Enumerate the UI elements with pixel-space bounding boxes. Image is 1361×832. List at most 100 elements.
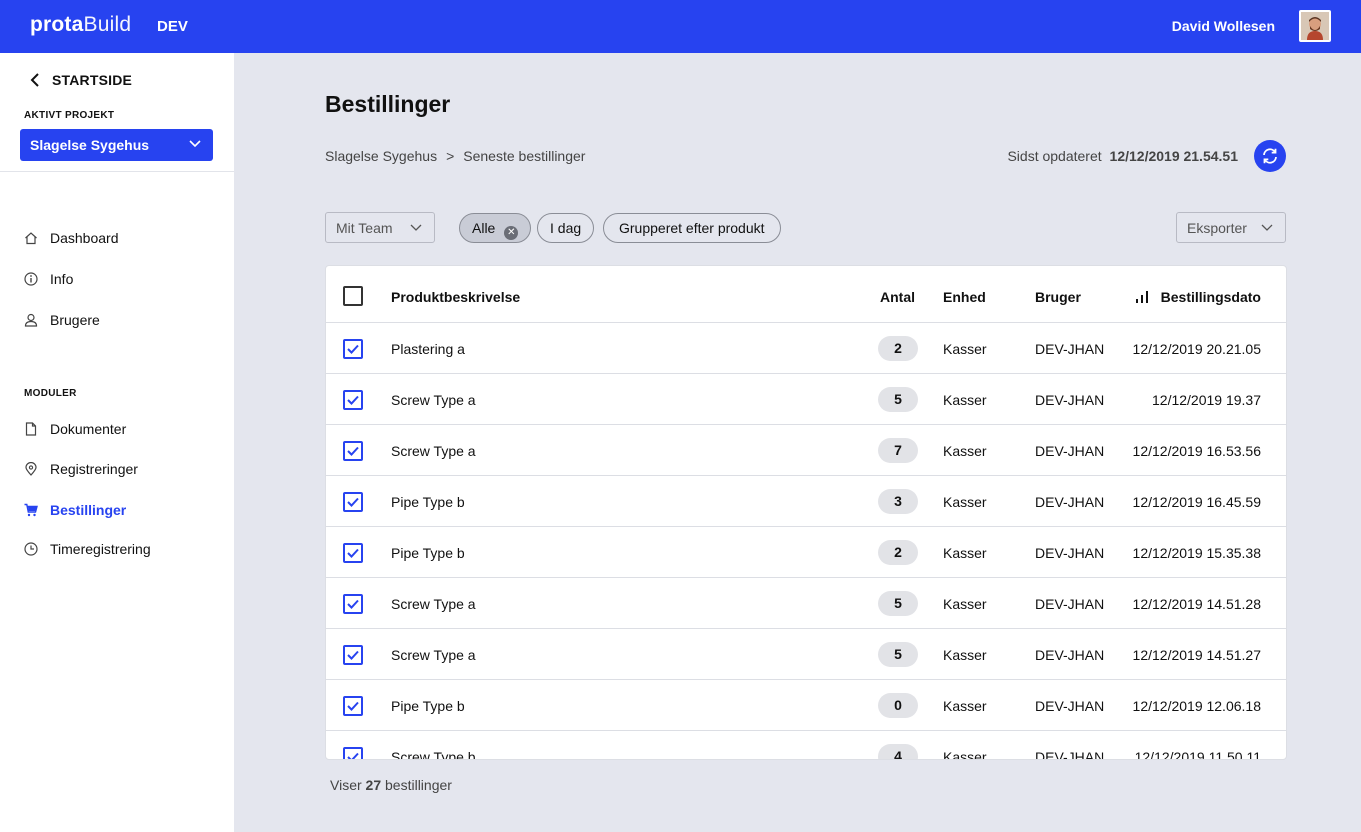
user-cell: DEV-JHAN [1035, 749, 1105, 760]
last-updated-value: 12/12/2019 21.54.51 [1109, 148, 1238, 164]
sidebar-item-orders[interactable]: Bestillinger [24, 502, 126, 518]
document-icon [24, 422, 38, 436]
sidebar-item-users[interactable]: Brugere [24, 312, 100, 328]
quantity-badge: 3 [878, 489, 918, 514]
user-name[interactable]: David Wollesen [1172, 18, 1275, 34]
top-bar: protaBuild DEV David Wollesen [0, 0, 1361, 53]
checkmark-icon [347, 548, 359, 558]
chip-all[interactable]: Alle ✕ [459, 213, 532, 243]
column-header-order-date-label: Bestillingsdato [1160, 289, 1261, 305]
checkmark-icon [347, 446, 359, 456]
table-row[interactable]: Screw Type a 5 Kasser DEV-JHAN 12/12/2019 14… [326, 578, 1286, 629]
user-icon [24, 313, 38, 327]
row-checkbox[interactable] [343, 594, 363, 614]
chip-today-label: I dag [550, 220, 582, 236]
team-filter-value: Mit Team [336, 220, 393, 236]
user-cell: DEV-JHAN [1035, 596, 1105, 612]
logo-text-light: Build [83, 13, 132, 36]
sidebar-item-label: Dokumenter [50, 421, 127, 437]
chip-today[interactable]: I dag [537, 213, 595, 243]
table-row[interactable]: Screw Type a 5 Kasser DEV-JHAN 12/12/2019 19… [326, 374, 1286, 425]
table-row[interactable]: Pipe Type b 0 Kasser DEV-JHAN 12/12/2019 12.… [326, 680, 1286, 731]
table-row[interactable]: Plastering a 2 Kasser DEV-JHAN 12/12/2019 20… [326, 323, 1286, 374]
table-row[interactable]: Screw Type a 7 Kasser DEV-JHAN 12/12/2019 16… [326, 425, 1286, 476]
quantity-badge: 7 [878, 438, 918, 463]
table-row[interactable]: Screw Type a 5 Kasser DEV-JHAN 12/12/2019 14… [326, 629, 1286, 680]
clock-icon [24, 542, 38, 556]
order-date-cell: 12/12/2019 16.45.59 [1132, 494, 1261, 510]
sidebar-item-registrations[interactable]: Registreringer [24, 461, 138, 477]
column-header-user[interactable]: Bruger [1035, 289, 1081, 305]
checkmark-icon [347, 701, 359, 711]
user-cell: DEV-JHAN [1035, 494, 1105, 510]
product-cell: Screw Type a [391, 443, 476, 459]
row-checkbox[interactable] [343, 441, 363, 461]
last-updated: Sidst opdateret 12/12/2019 21.54.51 [1007, 148, 1238, 164]
location-pin-icon [24, 462, 38, 476]
project-select[interactable]: Slagelse Sygehus [20, 129, 213, 161]
team-filter-select[interactable]: Mit Team [325, 212, 435, 243]
row-checkbox[interactable] [343, 390, 363, 410]
last-updated-label: Sidst opdateret [1007, 148, 1102, 164]
sidebar-item-label: Timeregistrering [50, 541, 151, 557]
product-cell: Screw Type a [391, 647, 476, 663]
user-cell: DEV-JHAN [1035, 443, 1105, 459]
column-header-unit[interactable]: Enhed [943, 289, 986, 305]
breadcrumb-item-current: Seneste bestillinger [463, 148, 586, 164]
row-checkbox[interactable] [343, 543, 363, 563]
sort-icon [1135, 291, 1148, 303]
export-select[interactable]: Eksporter [1176, 212, 1286, 243]
chevron-down-icon [189, 140, 201, 148]
project-name: Slagelse Sygehus [30, 137, 150, 153]
quantity-badge: 4 [878, 744, 918, 759]
row-checkbox[interactable] [343, 339, 363, 359]
column-header-product[interactable]: Produktbeskrivelse [391, 289, 520, 305]
chip-group-by-product[interactable]: Grupperet efter produkt [603, 213, 781, 243]
unit-cell: Kasser [943, 545, 987, 561]
column-header-order-date[interactable]: Bestillingsdato [1135, 289, 1261, 305]
product-cell: Screw Type a [391, 392, 476, 408]
row-checkbox[interactable] [343, 492, 363, 512]
user-cell: DEV-JHAN [1035, 647, 1105, 663]
unit-cell: Kasser [943, 443, 987, 459]
user-cell: DEV-JHAN [1035, 545, 1105, 561]
chip-group-label: Grupperet efter produkt [619, 220, 765, 236]
unit-cell: Kasser [943, 647, 987, 663]
sidebar-item-label: Info [50, 271, 74, 287]
select-all-checkbox[interactable] [343, 286, 363, 306]
result-count-prefix: Viser [330, 777, 362, 793]
column-header-quantity[interactable]: Antal [880, 289, 915, 305]
refresh-button[interactable] [1254, 140, 1286, 172]
quantity-badge: 5 [878, 591, 918, 616]
protabuild-logo[interactable]: protaBuild [30, 13, 131, 37]
environment-label: DEV [157, 18, 188, 35]
chevron-down-icon [410, 224, 422, 231]
table-row[interactable]: Pipe Type b 3 Kasser DEV-JHAN 12/12/2019 16.… [326, 476, 1286, 527]
sidebar-divider [0, 171, 234, 172]
checkmark-icon [347, 599, 359, 609]
back-to-start-link[interactable]: STARTSIDE [30, 72, 132, 88]
sidebar-item-dashboard[interactable]: Dashboard [24, 230, 119, 246]
unit-cell: Kasser [943, 698, 987, 714]
checkmark-icon [347, 344, 359, 354]
checkmark-icon [347, 752, 359, 759]
logo-text-bold: prota [30, 13, 84, 36]
avatar[interactable] [1299, 10, 1331, 42]
order-date-cell: 12/12/2019 14.51.28 [1132, 596, 1261, 612]
clear-filter-icon[interactable]: ✕ [504, 226, 519, 240]
sidebar-item-documents[interactable]: Dokumenter [24, 421, 126, 437]
unit-cell: Kasser [943, 341, 987, 357]
row-checkbox[interactable] [343, 747, 363, 759]
table-header: Produktbeskrivelse Antal Enhed Bruger Be… [326, 266, 1286, 323]
table-row[interactable]: Pipe Type b 2 Kasser DEV-JHAN 12/12/2019 15.… [326, 527, 1286, 578]
table-row[interactable]: Screw Type b 4 Kasser DEV-JHAN 12/12/2019 11… [326, 731, 1286, 760]
chevron-down-icon [1261, 224, 1273, 231]
sidebar-item-info[interactable]: Info [24, 271, 73, 287]
breadcrumb-item-project[interactable]: Slagelse Sygehus [325, 148, 437, 164]
order-date-cell: 12/12/2019 20.21.05 [1132, 341, 1261, 357]
sidebar-item-time-registration[interactable]: Timeregistrering [24, 541, 151, 557]
row-checkbox[interactable] [343, 696, 363, 716]
row-checkbox[interactable] [343, 645, 363, 665]
breadcrumb: Slagelse Sygehus > Seneste bestillinger [325, 148, 585, 164]
unit-cell: Kasser [943, 392, 987, 408]
